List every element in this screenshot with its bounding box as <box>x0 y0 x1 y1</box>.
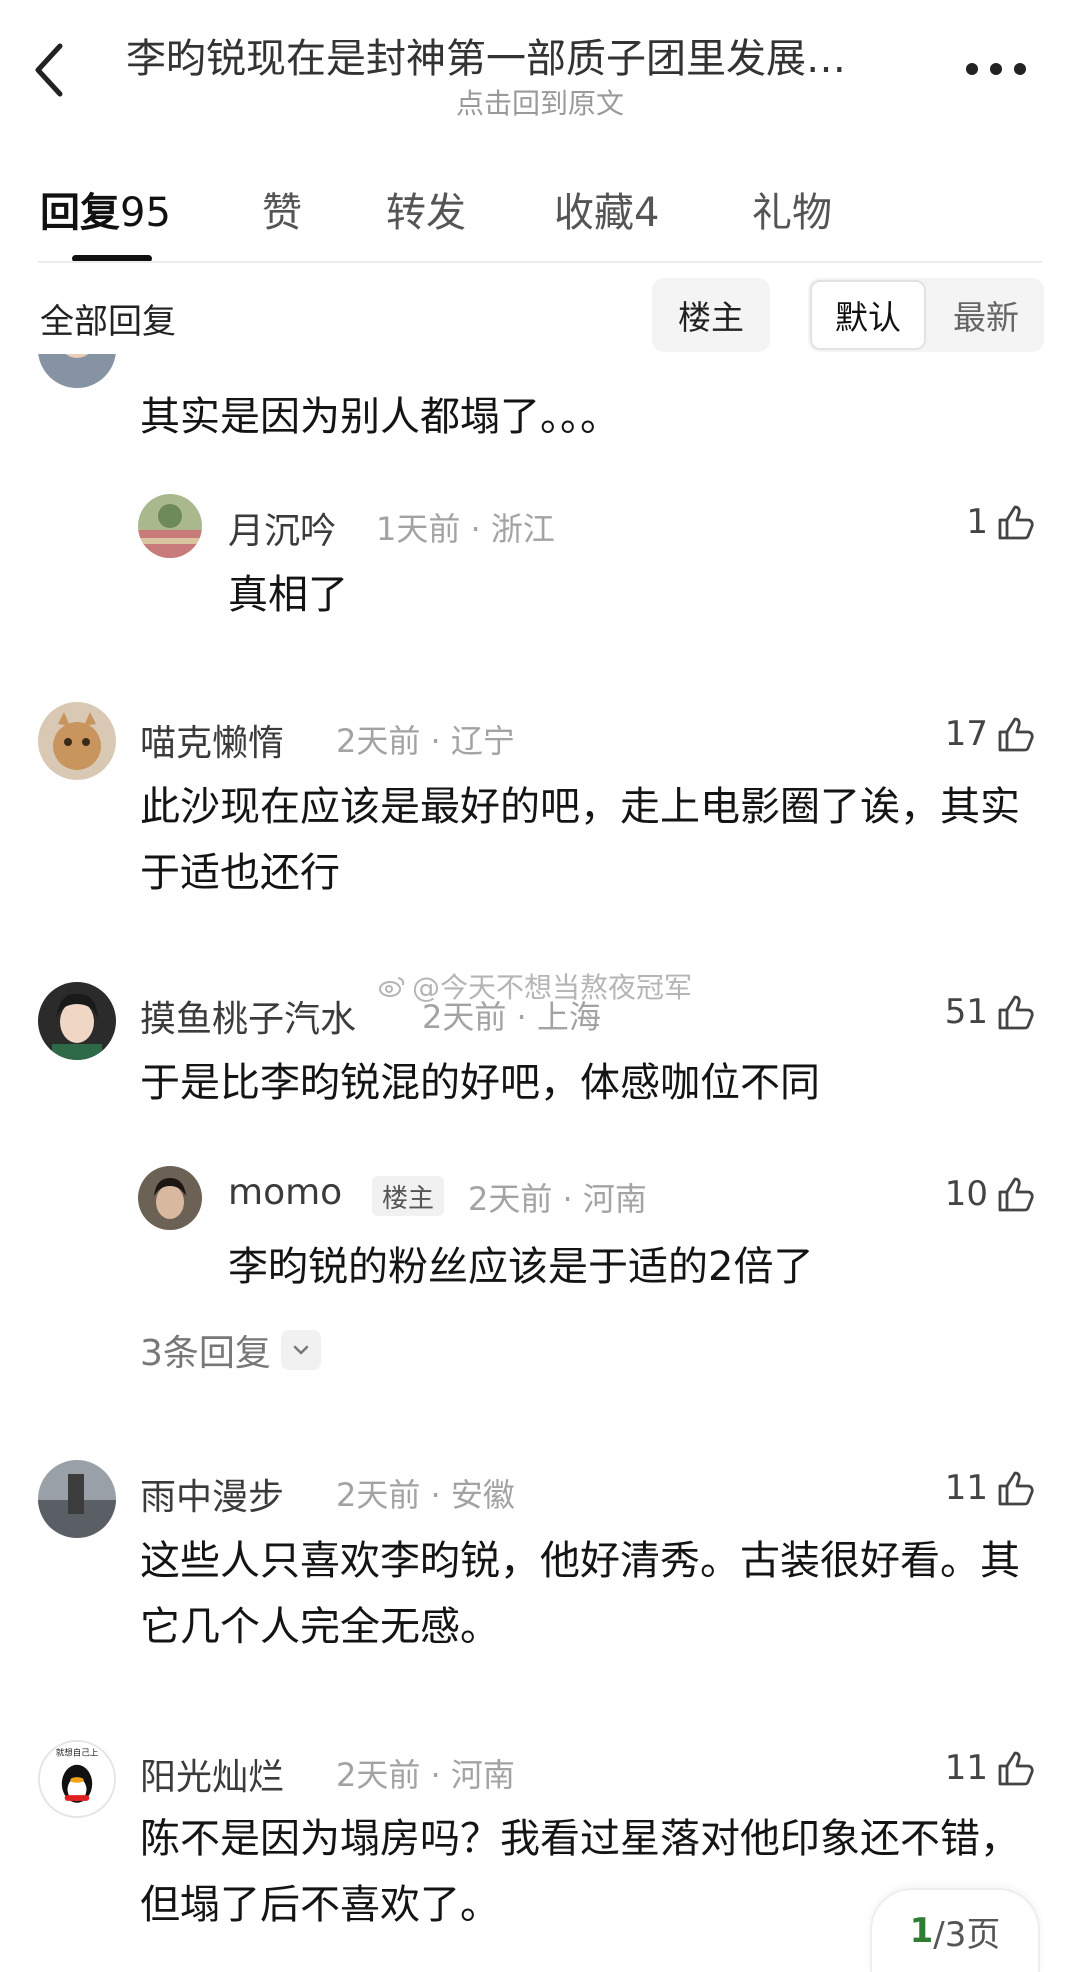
tab-likes[interactable]: 赞 <box>262 180 302 238</box>
avatar[interactable] <box>138 494 202 558</box>
comment-text: 于是比李昀锐混的好吧，体感咖位不同 <box>140 1060 820 1106</box>
avatar[interactable]: 就想自己上 <box>38 1740 116 1818</box>
comment-text: 此沙现在应该是最好的吧，走上电影圈了诶，其实于适也还行 <box>140 784 1020 896</box>
like-count: 10 <box>944 1174 988 1214</box>
like-button[interactable]: 10 <box>945 1170 1038 1218</box>
like-button[interactable]: 51 <box>945 988 1038 1036</box>
avatar[interactable] <box>38 354 116 388</box>
total-pages: /3页 <box>933 1914 1001 1955</box>
comment-meta: 2天前 · 河南 <box>468 1180 647 1218</box>
like-button[interactable]: 11 <box>945 1464 1038 1512</box>
reply-text: 真相了 <box>228 572 348 618</box>
all-replies-label: 全部回复 <box>40 302 176 342</box>
comment-meta: 2天前 · 河南 <box>336 1756 515 1794</box>
more-icon[interactable] <box>966 58 1026 80</box>
tab-bar: 回复95 赞 转发 收藏4 礼物 <box>0 180 1080 262</box>
like-count: 17 <box>944 714 988 754</box>
sort-toggle: 默认 最新 <box>808 278 1044 352</box>
comment-text: 这些人只喜欢李昀锐，他好清秀。古装很好看。其它几个人完全无感。 <box>140 1538 1020 1650</box>
op-badge: 楼主 <box>372 1176 445 1216</box>
divider <box>38 261 1042 263</box>
thumbs-up-icon <box>998 995 1034 1030</box>
avatar[interactable] <box>38 702 116 780</box>
avatar[interactable] <box>138 1166 202 1230</box>
avatar[interactable] <box>38 1460 116 1538</box>
username[interactable]: 摸鱼桃子汽水 <box>140 990 356 1042</box>
reply-text: 李昀锐的粉丝应该是于适的2倍了 <box>228 1244 814 1290</box>
like-count: 11 <box>944 1468 988 1508</box>
avatar[interactable] <box>38 982 116 1060</box>
username[interactable]: 喵克懒惰 <box>140 714 284 766</box>
comment-meta: 2天前 · 辽宁 <box>336 722 515 760</box>
comment-list: 其实是因为别人都塌了。。。 月沉吟 1天前 · 浙江 1 真相了 喵克懒惰 2天… <box>0 354 1080 1972</box>
thumbs-up-icon <box>998 717 1034 752</box>
comment-text: 其实是因为别人都塌了。。。 <box>140 394 620 440</box>
chevron-down-icon <box>280 1330 321 1370</box>
like-count: 51 <box>944 992 988 1032</box>
post-title[interactable]: 李昀锐现在是封神第一部质子团里发展… <box>126 26 926 84</box>
tab-favorites[interactable]: 收藏4 <box>554 180 659 238</box>
comment-meta: 1天前 · 浙江 <box>376 510 555 548</box>
expand-replies-button[interactable]: 3条回复 <box>140 1324 321 1376</box>
like-button[interactable]: 11 <box>945 1744 1038 1792</box>
comment-meta: 2天前 · 安徽 <box>336 1476 515 1514</box>
username[interactable]: 月沉吟 <box>228 502 336 554</box>
tab-replies[interactable]: 回复95 <box>40 180 171 238</box>
filter-bar: 全部回复 楼主 默认 最新 <box>0 278 1080 354</box>
weibo-icon <box>379 977 405 997</box>
top-bar: 李昀锐现在是封神第一部质子团里发展… 点击回到原文 <box>0 0 1080 140</box>
like-count: 11 <box>944 1748 988 1788</box>
thumbs-up-icon <box>998 505 1034 540</box>
username[interactable]: 阳光灿烂 <box>140 1748 284 1800</box>
thumbs-up-icon <box>998 1751 1034 1786</box>
username[interactable]: momo <box>228 1172 342 1213</box>
like-button[interactable]: 17 <box>945 710 1038 758</box>
more-replies-label: 3条回复 <box>140 1333 271 1374</box>
tab-reposts[interactable]: 转发 <box>386 180 466 238</box>
back-to-post-link[interactable]: 点击回到原文 <box>0 82 1080 122</box>
watermark: @今天不想当熬夜冠军 <box>378 966 692 1006</box>
sort-newest-button[interactable]: 最新 <box>930 280 1042 350</box>
like-count: 1 <box>966 502 988 542</box>
page-indicator[interactable]: 1/3页 <box>870 1888 1040 1972</box>
thumbs-up-icon <box>998 1471 1034 1506</box>
sort-default-button[interactable]: 默认 <box>810 280 926 350</box>
avatar-caption: 就想自己上 <box>56 1747 99 1758</box>
current-page: 1 <box>909 1911 934 1951</box>
tab-gifts[interactable]: 礼物 <box>752 180 832 238</box>
username[interactable]: 雨中漫步 <box>140 1468 284 1520</box>
thumbs-up-icon <box>998 1177 1034 1212</box>
like-button[interactable]: 1 <box>966 498 1038 546</box>
op-only-button[interactable]: 楼主 <box>652 278 770 352</box>
